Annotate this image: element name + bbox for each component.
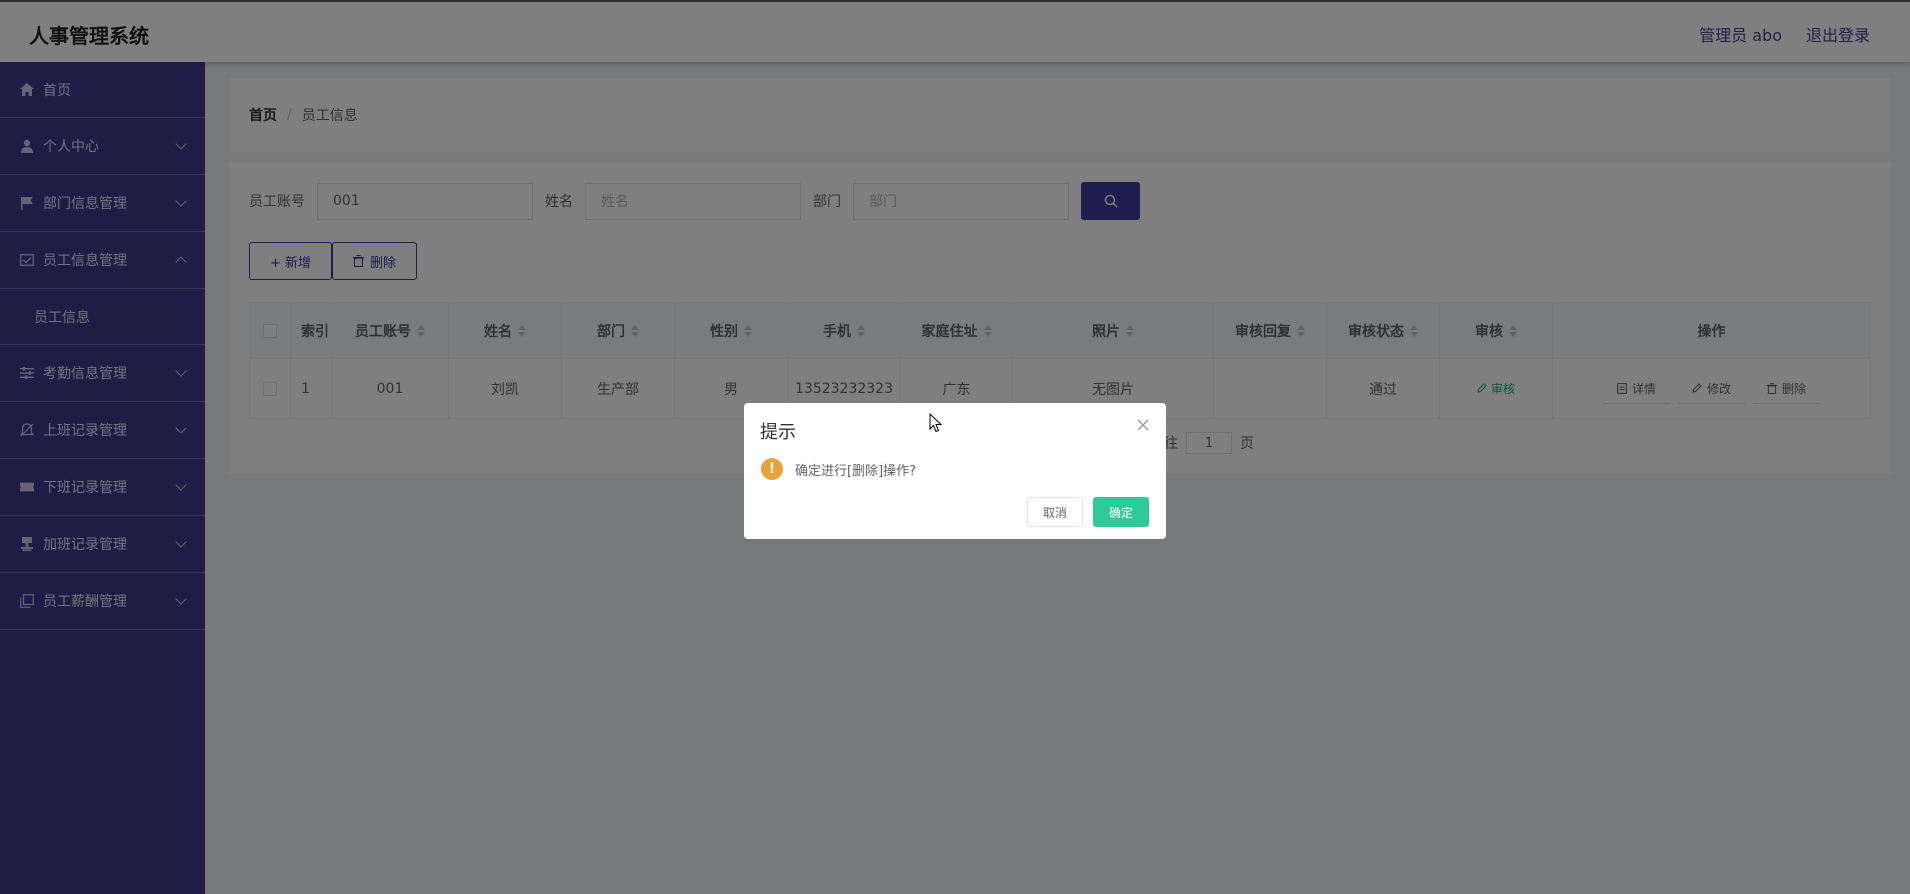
- warning-icon: !: [761, 458, 783, 480]
- dialog-message-row: ! 确定进行[删除]操作?: [761, 458, 916, 480]
- mouse-cursor-icon: [929, 413, 943, 433]
- dialog-message: 确定进行[删除]操作?: [795, 463, 917, 479]
- dialog-title: 提示: [760, 422, 796, 443]
- close-icon[interactable]: [1136, 418, 1150, 432]
- confirm-button[interactable]: 确定: [1093, 497, 1149, 527]
- cancel-button[interactable]: 取消: [1027, 497, 1083, 527]
- confirm-dialog: 提示 ! 确定进行[删除]操作? 取消 确定: [744, 403, 1166, 539]
